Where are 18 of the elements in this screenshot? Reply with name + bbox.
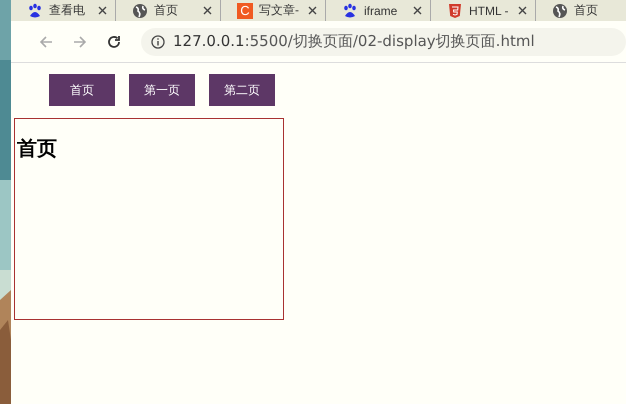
panel-heading: 首页 [17, 135, 58, 162]
paw-icon [27, 2, 43, 18]
info-icon [151, 34, 165, 48]
close-icon[interactable] [518, 6, 527, 15]
close-icon[interactable] [98, 6, 107, 15]
close-icon[interactable] [203, 6, 212, 15]
address-bar[interactable]: 127.0.0.1:5500/切换页面/02-display切换页面.html [141, 28, 626, 56]
paw-icon [342, 2, 358, 18]
reload-icon[interactable] [106, 34, 122, 50]
close-icon[interactable] [413, 6, 422, 15]
nav-button[interactable]: 首页 [49, 74, 115, 106]
nav-button[interactable]: 第二页 [209, 74, 275, 106]
nav-button[interactable]: 第一页 [129, 74, 195, 106]
close-icon[interactable] [308, 6, 317, 15]
globe-icon [132, 2, 148, 18]
c-logo-icon: C [237, 2, 253, 18]
html5-shield-icon [447, 2, 463, 18]
globe-icon [552, 2, 568, 18]
